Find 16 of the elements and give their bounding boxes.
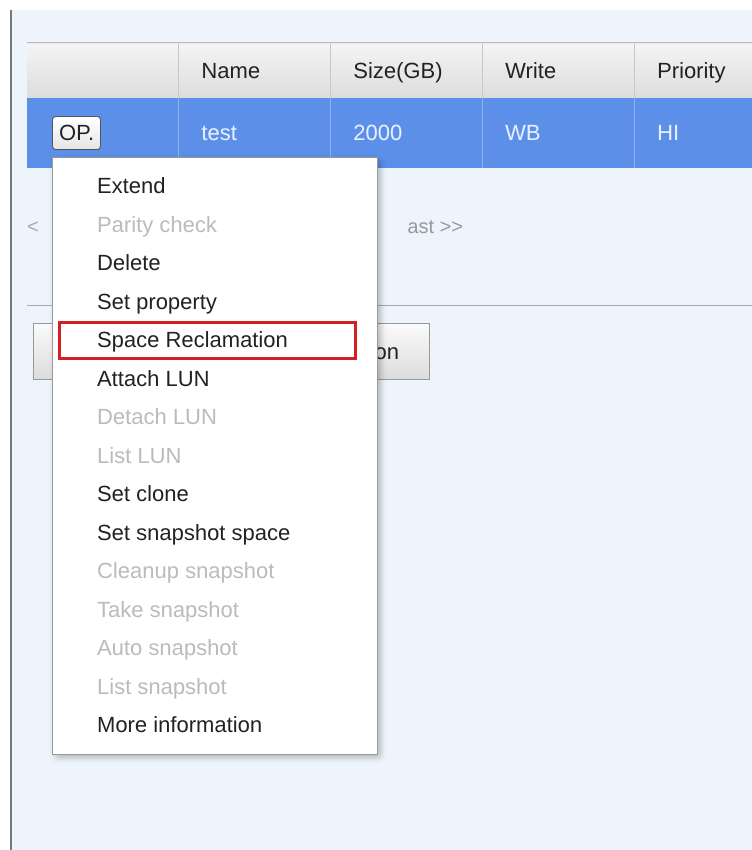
menu-item[interactable]: Set snapshot space [58,514,357,552]
menu-item[interactable]: Extend [58,167,357,206]
column-header: Write [482,42,635,98]
menu-item[interactable]: Delete [58,244,357,282]
table-cell: WB [482,98,635,168]
op-button[interactable]: OP. [52,116,102,150]
menu-item[interactable]: Attach LUN [58,360,357,398]
column-header: Priority [634,42,752,98]
menu-item[interactable]: More information [58,706,357,744]
menu-item[interactable]: Set property [58,282,357,321]
menu-item[interactable]: Set clone [58,475,357,514]
table-cell: HI [634,98,752,168]
table-cell: 2000 [330,98,483,168]
menu-item[interactable]: Space Reclamation [58,321,357,360]
column-header: Name [178,42,331,98]
column-header: Size(GB) [330,42,483,98]
